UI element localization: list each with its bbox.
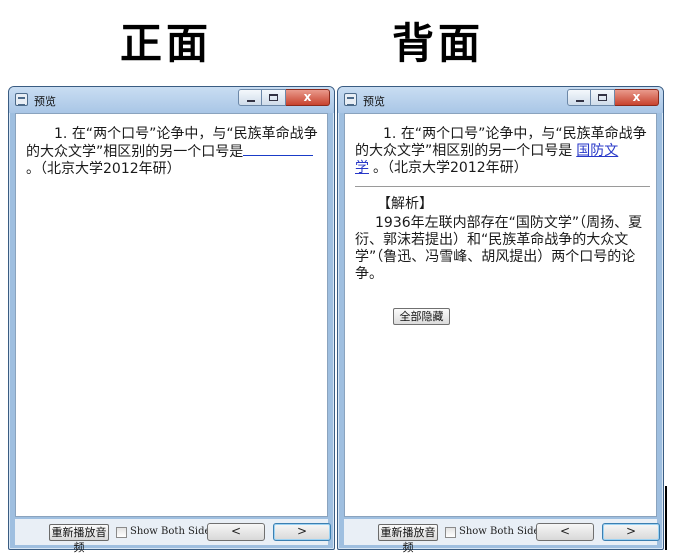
previous-button[interactable]: < (207, 523, 265, 541)
question-number: 1. (54, 126, 68, 142)
analysis-section: 【解析】 1936年左联内部存在“国防文学”（周扬、夏衍、郭沫若提出）和“民族革… (355, 196, 647, 283)
maximize-icon (598, 94, 607, 101)
question-text: 1. 在“两个口号”论争中，与“民族革命战争的大众文学”相区别的另一个口号是 国防… (355, 126, 647, 177)
next-button[interactable]: > (273, 523, 331, 541)
analysis-body: 1936年左联内部存在“国防文学”（周扬、夏衍、郭沫若提出）和“民族革命战争的大… (355, 215, 643, 282)
answer-blank (243, 143, 314, 156)
edge-line (665, 486, 667, 550)
bottom-toolbar: 重新播放音频 Show Both Sides < > (344, 519, 660, 554)
question-source: 。（北京大学2012年研） (26, 161, 181, 177)
app-icon (15, 93, 28, 106)
next-button[interactable]: > (602, 523, 660, 541)
minimize-icon (576, 100, 584, 102)
caption-buttons: x (238, 89, 330, 106)
previous-button[interactable]: < (536, 523, 594, 541)
bottom-toolbar: 重新播放音频 Show Both Sides < > (15, 519, 331, 554)
maximize-icon (269, 94, 278, 101)
preview-window-front: 预览 x 1. 在“两个口号”论争中，与“民族革命战争的大众文学”相区别的另一个… (8, 86, 335, 554)
answer-divider (355, 186, 650, 187)
window-titlebar[interactable]: 预览 x (9, 87, 334, 113)
card-content-area: 1. 在“两个口号”论争中，与“民族革命战争的大众文学”相区别的另一个口号是 国防… (344, 113, 657, 517)
replay-audio-button[interactable]: 重新播放音频 (49, 524, 109, 554)
minimize-button[interactable] (238, 89, 262, 106)
maximize-button[interactable] (262, 89, 286, 106)
replay-audio-button[interactable]: 重新播放音频 (378, 524, 438, 554)
show-both-sides-label[interactable]: Show Both Sides (130, 526, 216, 537)
preview-window-back: 预览 x 1. 在“两个口号”论争中，与“民族革命战争的大众文学”相区别的另一个… (337, 86, 664, 554)
analysis-heading: 【解析】 (377, 196, 433, 212)
show-both-sides-label[interactable]: Show Both Sides (459, 526, 545, 537)
window-title: 预览 (34, 95, 56, 108)
app-icon (344, 93, 357, 106)
close-button[interactable]: x (286, 89, 330, 106)
question-text: 1. 在“两个口号”论争中，与“民族革命战争的大众文学”相区别的另一个口号是。（… (26, 126, 318, 178)
close-button[interactable]: x (615, 89, 659, 106)
window-titlebar[interactable]: 预览 x (338, 87, 663, 113)
maximize-button[interactable] (591, 89, 615, 106)
caption-buttons: x (567, 89, 659, 106)
card-content-area: 1. 在“两个口号”论争中，与“民族革命战争的大众文学”相区别的另一个口号是。（… (15, 113, 328, 517)
close-icon: x (632, 90, 641, 104)
front-heading: 正面 (120, 19, 213, 68)
show-both-sides-checkbox[interactable] (116, 527, 127, 538)
back-heading: 背面 (392, 19, 485, 68)
show-both-sides-checkbox[interactable] (445, 527, 456, 538)
question-number: 1. (383, 126, 397, 142)
close-icon: x (303, 90, 312, 104)
question-source: 。（北京大学2012年研） (373, 160, 528, 176)
hide-all-button[interactable]: 全部隐藏 (393, 308, 450, 325)
window-title: 预览 (363, 95, 385, 108)
minimize-button[interactable] (567, 89, 591, 106)
minimize-icon (247, 100, 255, 102)
